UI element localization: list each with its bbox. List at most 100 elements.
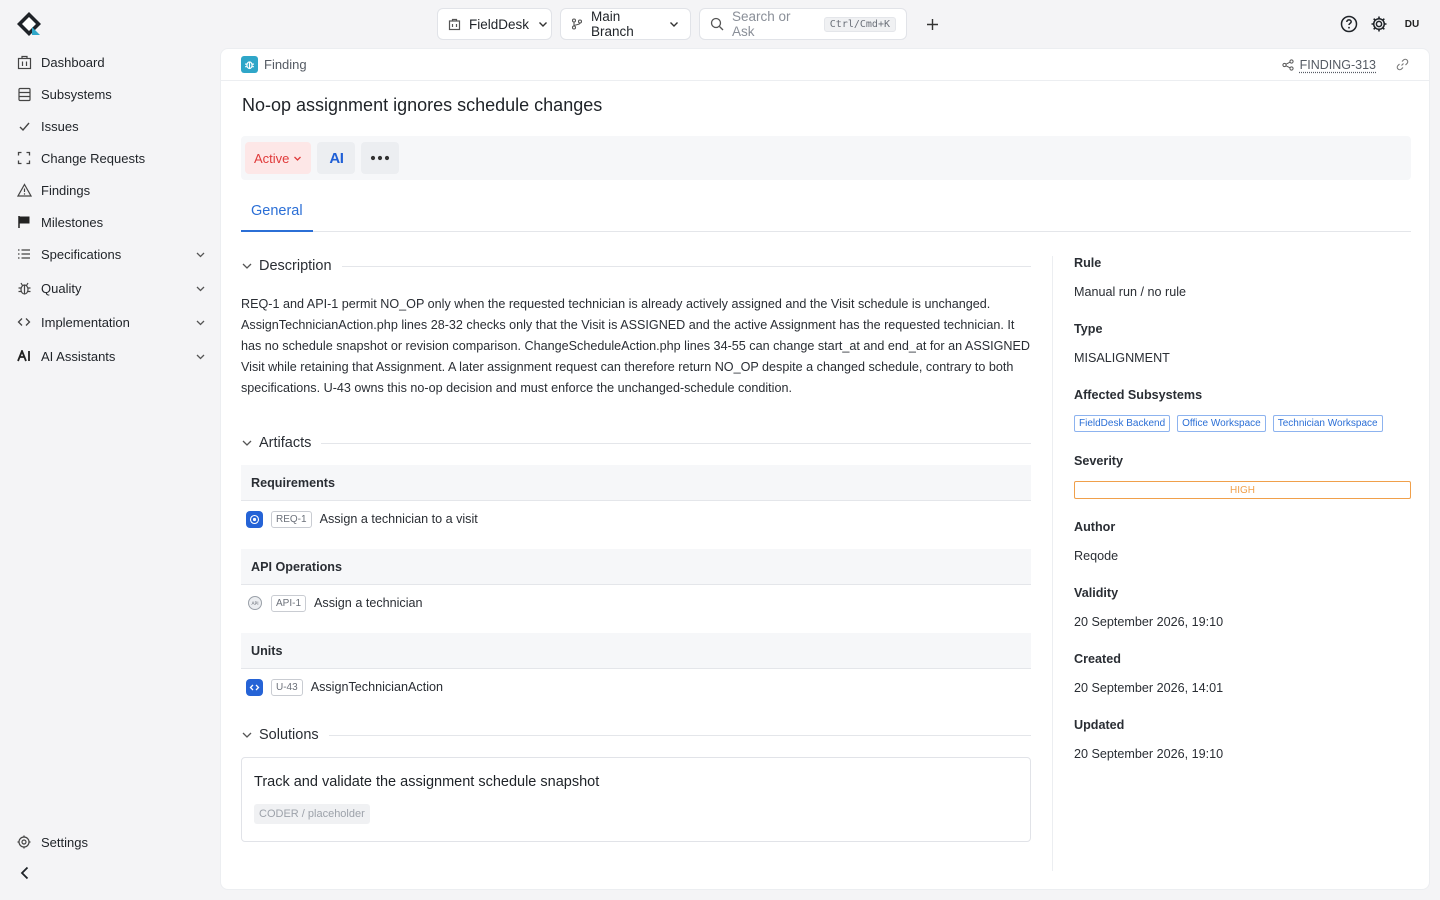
help-icon[interactable] xyxy=(1340,15,1358,33)
search-placeholder: Search or Ask xyxy=(732,9,791,39)
chevron-down-icon[interactable] xyxy=(195,317,206,328)
property-label: Rule xyxy=(1074,256,1102,270)
flag-icon xyxy=(16,214,32,230)
artifact-row[interactable]: REQ-1 Assign a technician to a visit xyxy=(241,501,1031,537)
page-title: No-op assignment ignores schedule change… xyxy=(242,95,603,115)
finding-id[interactable]: FINDING-313 xyxy=(1300,58,1376,72)
dashboard-icon xyxy=(16,54,32,70)
warning-icon xyxy=(16,182,32,198)
sidebar-item-findings[interactable]: Findings xyxy=(16,176,206,204)
solution-title: Track and validate the assignment schedu… xyxy=(254,774,600,790)
ai-assist-button[interactable]: AI xyxy=(317,142,356,174)
sidebar-item-implementation[interactable]: Implementation xyxy=(16,308,206,336)
artifact-group-title: Requirements xyxy=(241,465,1031,501)
sidebar-item-label: AI Assistants xyxy=(41,348,116,364)
description-section-header[interactable]: Description xyxy=(241,254,1031,278)
bug-icon xyxy=(241,56,258,73)
property-created: Created 20 September 2026, 14:01 xyxy=(1074,652,1411,718)
building-icon xyxy=(448,18,461,31)
artifact-group-units: Units U-43 AssignTechnicianAction xyxy=(241,633,1031,705)
subsystem-chip[interactable]: Technician Workspace xyxy=(1272,415,1383,432)
sidebar-item-ai-assistants[interactable]: AI Assistants xyxy=(16,342,206,370)
property-type: Type MISALIGNMENT xyxy=(1074,322,1411,388)
chevron-down-icon xyxy=(537,18,549,30)
search-shortcut: Ctrl/Cmd+K xyxy=(823,16,896,32)
property-updated: Updated 20 September 2026, 19:10 xyxy=(1074,718,1411,784)
property-value: 20 September 2026, 19:10 xyxy=(1074,747,1224,761)
artifact-row[interactable]: API API-1 Assign a technician xyxy=(241,585,1031,621)
artifact-group-requirements: Requirements REQ-1 Assign a technician t… xyxy=(241,465,1031,537)
sidebar-item-milestones[interactable]: Milestones xyxy=(16,208,206,236)
sidebar-item-dashboard[interactable]: Dashboard xyxy=(16,48,206,76)
subsystem-chip[interactable]: Office Workspace xyxy=(1177,415,1266,432)
solution-tag: CODER / placeholder xyxy=(254,804,370,824)
copy-link-icon[interactable] xyxy=(1396,58,1409,71)
artifact-label: Assign a technician to a visit xyxy=(319,512,478,526)
gear-icon[interactable] xyxy=(1370,15,1388,33)
tab-bar: General xyxy=(241,192,1411,232)
severity-badge[interactable]: HIGH xyxy=(1074,481,1411,499)
artifact-tag: U-43 xyxy=(271,678,303,696)
solutions-section-header[interactable]: Solutions xyxy=(241,723,1031,747)
property-label: Created xyxy=(1074,652,1121,666)
subsystem-chip[interactable]: FieldDesk Backend xyxy=(1074,415,1171,432)
property-value: Reqode xyxy=(1074,549,1119,563)
chevron-down-icon[interactable] xyxy=(195,351,206,362)
finding-type-label: Finding xyxy=(264,57,307,72)
solution-card[interactable]: Track and validate the assignment schedu… xyxy=(241,757,1031,842)
sidebar-item-label: Change Requests xyxy=(41,150,146,166)
search-icon xyxy=(710,17,724,31)
property-severity: Severity HIGH xyxy=(1074,454,1411,520)
project-name: FieldDesk xyxy=(469,16,530,32)
ai-label: AI xyxy=(329,149,344,167)
main-content: Description REQ-1 and API-1 permit NO_OP… xyxy=(241,254,1031,842)
sidebar-item-subsystems[interactable]: Subsystems xyxy=(16,80,206,108)
sidebar-item-change-requests[interactable]: Change Requests xyxy=(16,144,206,172)
status-dropdown[interactable]: Active xyxy=(245,142,312,174)
chevron-down-icon[interactable] xyxy=(195,249,206,260)
artifact-group-api-operations: API Operations API API-1 Assign a techni… xyxy=(241,549,1031,621)
action-bar: Active AI xyxy=(241,136,1411,180)
bug-icon xyxy=(16,280,32,296)
ai-icon xyxy=(16,348,32,364)
sidebar-item-issues[interactable]: Issues xyxy=(16,112,206,140)
search-input[interactable]: Search or Ask Ctrl/Cmd+K xyxy=(699,8,907,40)
project-selector[interactable]: FieldDesk xyxy=(437,8,552,40)
finding-id-link[interactable]: FINDING-313 xyxy=(1281,58,1409,72)
chevron-down-icon xyxy=(241,437,253,449)
sidebar-item-settings[interactable]: Settings xyxy=(16,828,206,856)
artifacts-section-header[interactable]: Artifacts xyxy=(241,431,1031,455)
more-options-button[interactable] xyxy=(361,142,400,174)
sidebar-item-label: Settings xyxy=(41,834,88,850)
sidebar-item-label: Dashboard xyxy=(41,54,105,70)
tab-general[interactable]: General xyxy=(241,192,313,232)
sidebar-item-quality[interactable]: Quality xyxy=(16,274,206,302)
check-icon xyxy=(16,118,32,134)
section-title: Solutions xyxy=(259,727,319,743)
property-author: Author Reqode xyxy=(1074,520,1411,586)
property-value: 20 September 2026, 19:10 xyxy=(1074,615,1224,629)
section-title: Description xyxy=(259,258,332,274)
property-value: MISALIGNMENT xyxy=(1074,351,1170,365)
property-label: Affected Subsystems xyxy=(1074,388,1203,402)
sidebar-item-specifications[interactable]: Specifications xyxy=(16,240,206,268)
collapse-sidebar-icon[interactable] xyxy=(16,864,36,884)
chevron-down-icon xyxy=(241,729,253,741)
app-logo-icon[interactable] xyxy=(16,11,42,37)
svg-text:API: API xyxy=(251,601,258,607)
property-value: 20 September 2026, 14:01 xyxy=(1074,681,1224,695)
property-label: Updated xyxy=(1074,718,1125,732)
chevron-down-icon[interactable] xyxy=(195,283,206,294)
sidebar-item-label: Subsystems xyxy=(41,86,112,102)
finding-type: Finding xyxy=(241,56,307,73)
user-avatar[interactable]: DU xyxy=(1400,12,1424,36)
more-dots-icon xyxy=(370,155,390,161)
status-label: Active xyxy=(254,150,290,166)
list-icon xyxy=(16,246,32,262)
branch-selector[interactable]: Main Branch xyxy=(560,8,691,40)
property-affected-subsystems: Affected Subsystems FieldDesk Backend Of… xyxy=(1074,388,1411,454)
property-label: Author xyxy=(1074,520,1116,534)
add-icon[interactable] xyxy=(921,13,943,35)
property-label: Severity xyxy=(1074,454,1124,468)
artifact-row[interactable]: U-43 AssignTechnicianAction xyxy=(241,669,1031,705)
